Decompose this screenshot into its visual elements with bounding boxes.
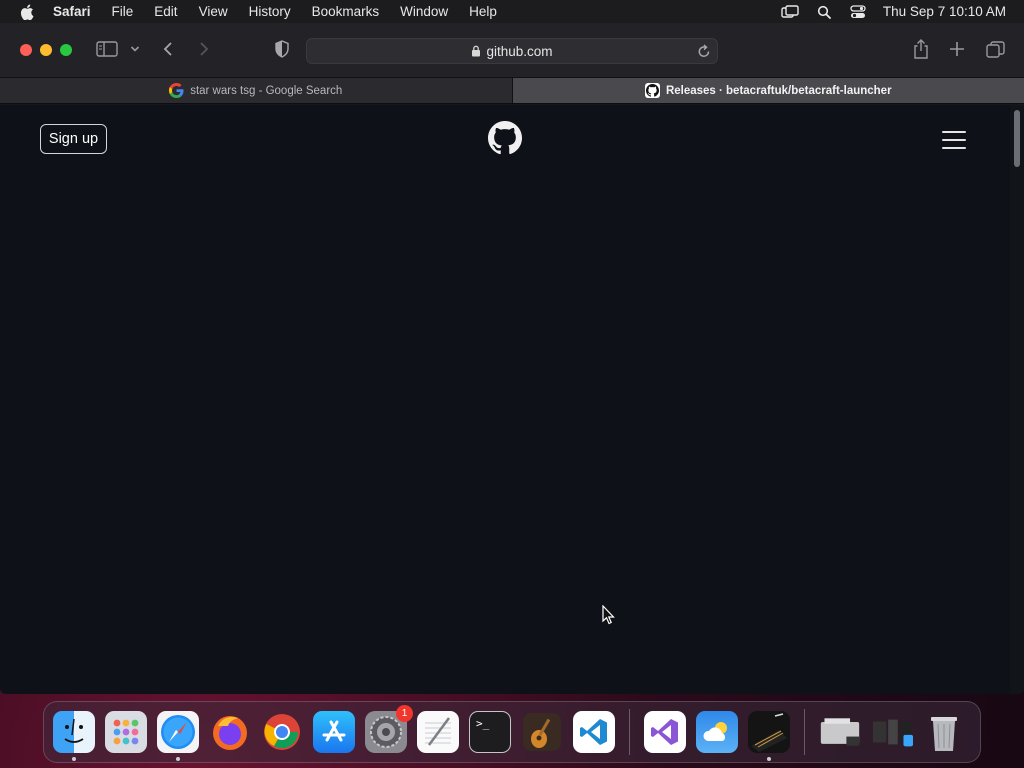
launchpad-icon[interactable] [105,711,147,753]
spotlight-search-icon[interactable] [807,0,841,23]
address-bar[interactable]: github.com [306,38,718,64]
visual-studio-code-icon[interactable] [573,711,615,753]
reload-icon[interactable] [697,43,711,59]
google-icon [169,83,184,98]
mouse-pointer-icon [602,604,616,630]
finder-icon[interactable] [53,711,95,761]
control-center-icon[interactable] [841,0,875,23]
menu-help[interactable]: Help [459,4,508,19]
page-scrollbar[interactable] [1010,105,1024,694]
tab-google-search[interactable]: star wars tsg - Google Search [0,78,513,103]
app-store-icon[interactable] [313,711,355,753]
menu-window[interactable]: Window [390,4,459,19]
visual-studio-icon[interactable] [644,711,686,753]
dock-separator [804,709,805,755]
safari-window: github.com star wars tsg - Google Search… [0,23,1024,694]
tab-github-releases[interactable]: Releases · betacraftuk/betacraft-launche… [512,78,1024,103]
menu-view[interactable]: View [188,4,238,19]
downloads-stack-icon[interactable] [819,711,861,753]
close-window-button[interactable] [20,44,32,56]
terminal-icon[interactable]: >_ [469,711,511,753]
dock: 1 >_ [43,701,981,763]
running-indicator [72,757,76,761]
firefox-icon[interactable] [209,711,251,753]
textedit-icon[interactable] [417,711,459,753]
minimize-window-button[interactable] [40,44,52,56]
notification-badge: 1 [396,705,413,722]
github-icon [644,83,660,98]
chevron-down-icon[interactable] [130,45,140,53]
scrollbar-thumb[interactable] [1014,110,1020,167]
github-logo-icon[interactable] [488,121,522,155]
tab-label: Releases · betacraftuk/betacraft-launche… [665,84,892,97]
menu-bookmarks[interactable]: Bookmarks [301,4,390,19]
menu-history[interactable]: History [238,4,301,19]
new-tab-icon[interactable] [949,41,965,57]
running-indicator [176,757,180,761]
screen-mirroring-icon[interactable] [773,0,807,23]
menu-app-safari[interactable]: Safari [38,4,101,19]
apple-menu-icon[interactable] [16,3,38,20]
garageband-icon[interactable] [521,711,563,753]
running-indicator [767,757,771,761]
share-icon[interactable] [912,38,930,60]
menu-bar: Safari File Edit View History Bookmarks … [0,0,1024,23]
address-text: github.com [486,43,553,59]
github-page: Sign up [0,105,1010,694]
zoom-window-button[interactable] [60,44,72,56]
tab-overview-icon[interactable] [986,41,1005,58]
menu-clock[interactable]: Thu Sep 7 10:10 AM [875,4,1024,19]
system-preferences-icon[interactable]: 1 [365,705,413,753]
safari-toolbar: github.com [0,23,1024,77]
dock-separator [629,709,630,755]
piano-app-icon[interactable] [748,711,790,761]
trash-icon[interactable] [923,711,965,753]
weather-icon[interactable] [696,711,738,753]
sign-up-button[interactable]: Sign up [40,124,107,154]
safari-app-icon[interactable] [157,711,199,761]
lock-icon [471,45,481,57]
applications-stack-icon[interactable] [871,711,913,753]
window-controls [20,44,72,56]
chrome-icon[interactable] [261,711,303,753]
menu-edit[interactable]: Edit [144,4,188,19]
menu-file[interactable]: File [101,4,144,19]
privacy-shield-icon[interactable] [274,40,290,58]
hamburger-menu-icon[interactable] [942,131,966,149]
tab-label: star wars tsg - Google Search [190,84,343,97]
tab-bar: star wars tsg - Google Search Releases ·… [0,77,1024,104]
sidebar-toggle-icon[interactable] [96,41,118,57]
forward-icon[interactable] [198,41,210,57]
back-icon[interactable] [162,41,174,57]
